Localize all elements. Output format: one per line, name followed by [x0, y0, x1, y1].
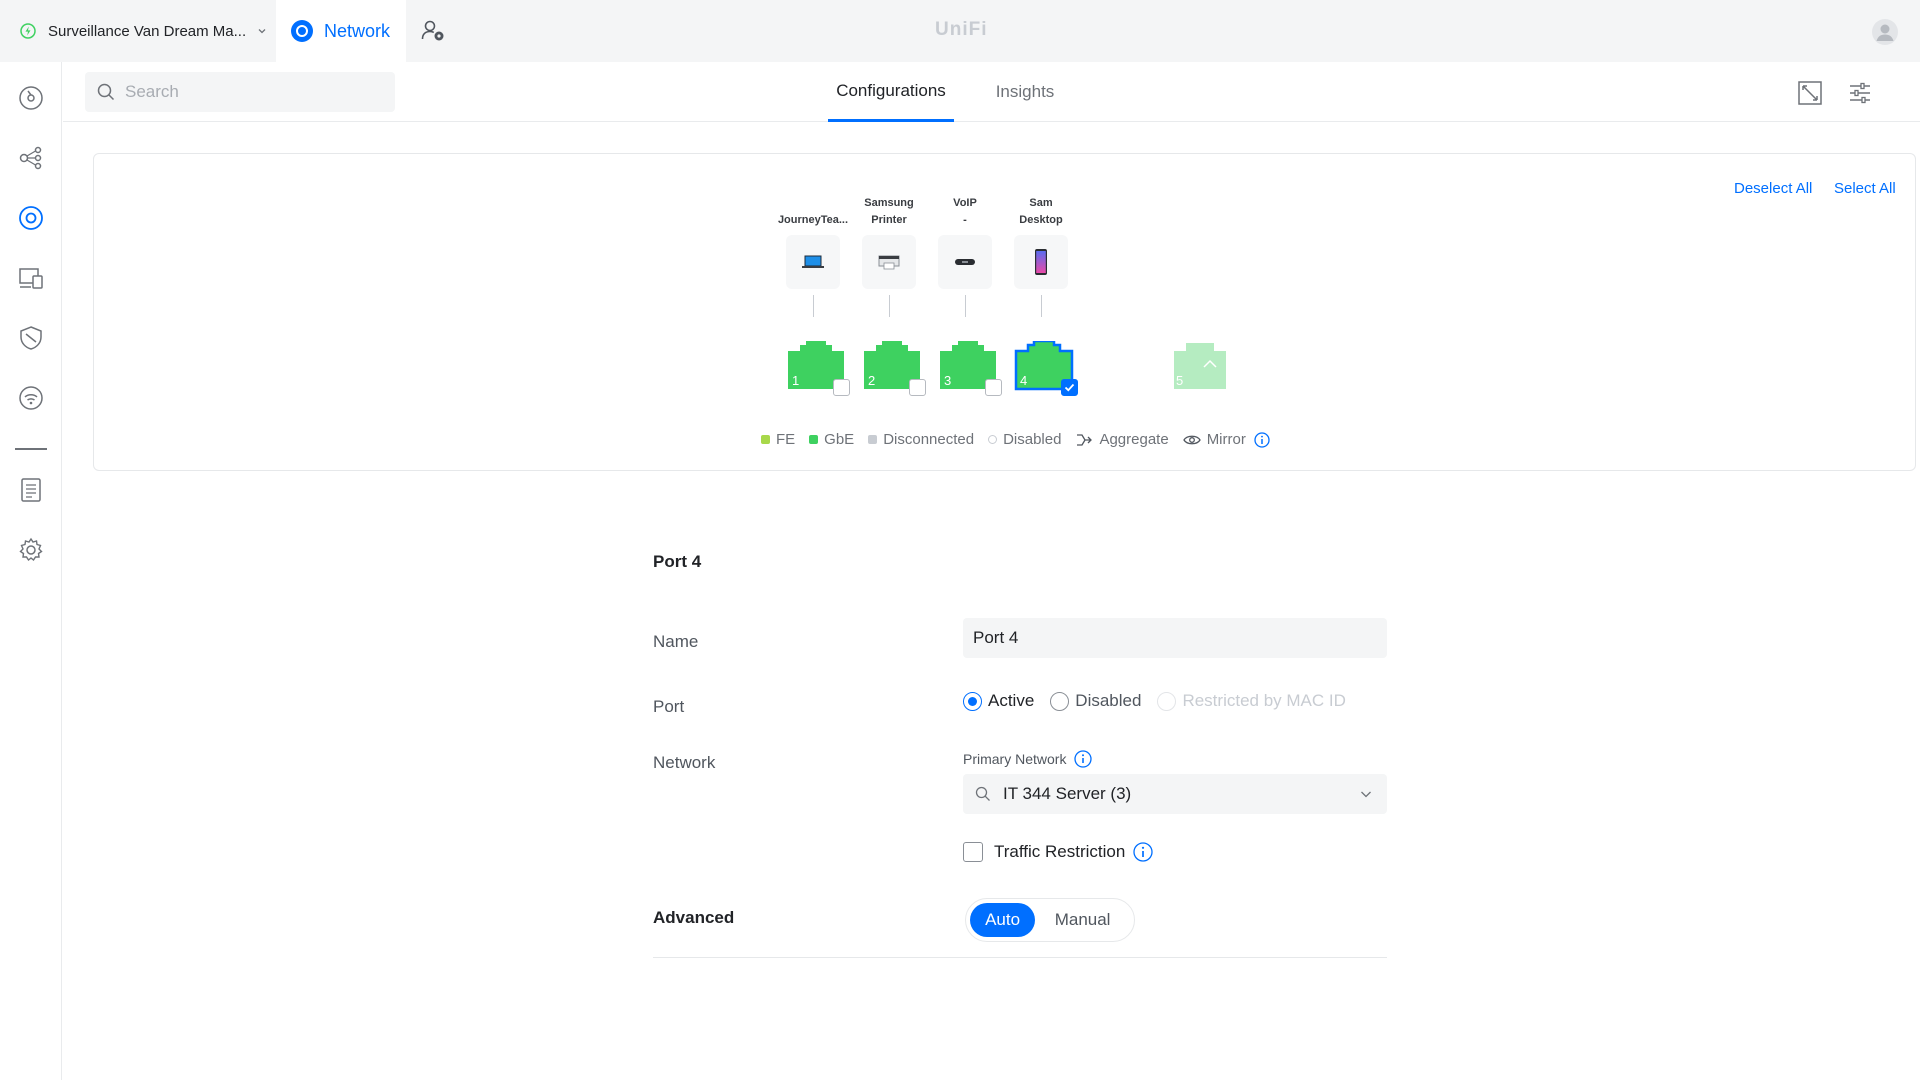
- topology-icon[interactable]: [17, 144, 45, 172]
- search-icon: [975, 786, 990, 801]
- dashboard-icon[interactable]: [17, 84, 45, 112]
- traffic-restriction-label: Traffic Restriction: [994, 842, 1126, 861]
- deselect-all-link[interactable]: Deselect All: [1734, 180, 1812, 197]
- port-state-radio-group: Active Disabled Restricted by MAC ID: [963, 691, 1362, 711]
- primary-network-select[interactable]: IT 344 Server (3): [963, 774, 1387, 814]
- port-label: Port: [653, 697, 685, 716]
- port-number: 4: [1020, 373, 1028, 388]
- port-checkbox[interactable]: [909, 379, 926, 396]
- radio-disabled[interactable]: Disabled: [1050, 691, 1141, 711]
- port-5[interactable]: 5: [1170, 341, 1230, 391]
- top-bar: Surveillance Van Dream Ma... Network Uni…: [0, 0, 1920, 62]
- site-name: Surveillance Van Dream Ma...: [48, 22, 247, 40]
- port-checkbox[interactable]: [833, 379, 850, 396]
- logs-list-icon[interactable]: [17, 476, 45, 504]
- link-wire: [888, 295, 890, 317]
- network-app-icon: [291, 20, 313, 42]
- search-box[interactable]: [85, 72, 395, 112]
- port-3[interactable]: 3: [938, 341, 1002, 396]
- port-checkbox[interactable]: [985, 379, 1002, 396]
- name-label: Name: [653, 632, 699, 651]
- info-icon[interactable]: [1133, 842, 1153, 862]
- aggregate-icon: [1077, 433, 1093, 446]
- legend-disconnected: Disconnected: [868, 431, 974, 448]
- admin-settings-icon[interactable]: [420, 18, 446, 44]
- legend-fe: FE: [761, 431, 795, 448]
- advanced-manual-option[interactable]: Manual: [1035, 903, 1130, 937]
- traffic-restriction-row: Traffic Restriction: [963, 842, 1153, 862]
- brand-logo: UniFi: [935, 19, 988, 40]
- chevron-down-icon: [1361, 791, 1371, 798]
- sidebar: [0, 62, 62, 1080]
- filter-sliders-icon[interactable]: [1847, 80, 1873, 106]
- fullscreen-icon[interactable]: [1797, 80, 1823, 106]
- checkmark-icon: [1064, 383, 1075, 392]
- info-icon[interactable]: [1074, 750, 1093, 768]
- info-icon[interactable]: [1254, 431, 1270, 448]
- eye-icon: [1182, 435, 1201, 444]
- chevron-down-icon: [258, 29, 266, 34]
- sub-header: Configurations Insights: [63, 62, 1920, 122]
- laptop-icon: [802, 255, 824, 268]
- search-icon: [97, 83, 115, 101]
- tab-configurations[interactable]: Configurations: [828, 62, 954, 122]
- site-status-icon: [20, 23, 36, 39]
- radio-button[interactable]: [1050, 691, 1070, 711]
- primary-network-label: Primary Network: [963, 750, 1093, 768]
- device-name-line1: Sam: [1029, 197, 1053, 209]
- voip-phone-icon: [955, 259, 975, 265]
- port-number: 5: [1176, 373, 1184, 388]
- port-2[interactable]: 2: [862, 341, 926, 396]
- port-name-input[interactable]: [963, 618, 1387, 658]
- port-1[interactable]: 1: [786, 341, 850, 396]
- section-divider: [653, 957, 1387, 958]
- network-label: Network: [653, 753, 716, 772]
- port-number: 3: [944, 373, 952, 388]
- port-manager-panel: Deselect All Select All JourneyTea... Sa…: [93, 153, 1916, 471]
- link-wire: [812, 295, 814, 317]
- advanced-auto-option[interactable]: Auto: [970, 903, 1036, 937]
- primary-network-value: IT 344 Server (3): [1003, 784, 1132, 803]
- tab-insights[interactable]: Insights: [975, 62, 1075, 122]
- traffic-restriction-checkbox[interactable]: [963, 842, 983, 862]
- port-4[interactable]: 4: [1014, 339, 1078, 396]
- port-checkbox-checked[interactable]: [1061, 379, 1078, 396]
- radio-restricted-by-mac: Restricted by MAC ID: [1157, 691, 1346, 711]
- security-shield-icon[interactable]: [17, 324, 45, 352]
- avatar[interactable]: [1872, 19, 1898, 45]
- printer-icon: [878, 255, 900, 270]
- legend-gbe: GbE: [809, 431, 854, 448]
- advanced-label: Advanced: [653, 908, 735, 927]
- advanced-mode-toggle: Auto Manual: [965, 898, 1135, 942]
- legend-mirror: Mirror: [1182, 431, 1270, 448]
- sidebar-divider: [15, 448, 47, 450]
- app-tab-label: Network: [324, 20, 391, 41]
- port-number: 1: [792, 373, 800, 388]
- port-legend: FE GbE Disconnected Disabled Aggregate M…: [761, 431, 1284, 448]
- port-number: 2: [868, 373, 876, 388]
- wifi-radar-icon[interactable]: [17, 384, 45, 412]
- network-devices-icon[interactable]: [17, 204, 45, 232]
- app-tab-network[interactable]: Network: [276, 0, 406, 62]
- radio-active[interactable]: Active: [963, 691, 1034, 711]
- phone-icon: [1035, 249, 1047, 275]
- connected-device-4[interactable]: Sam Desktop: [996, 189, 1086, 317]
- port-form-title: Port 4: [653, 552, 702, 571]
- link-wire: [964, 295, 966, 317]
- site-selector[interactable]: Surveillance Van Dream Ma...: [0, 0, 276, 62]
- select-all-link[interactable]: Select All: [1834, 180, 1896, 197]
- radio-button-selected[interactable]: [963, 691, 982, 711]
- search-input[interactable]: [125, 82, 375, 102]
- legend-aggregate: Aggregate: [1075, 431, 1169, 448]
- settings-gear-icon[interactable]: [17, 536, 45, 564]
- client-devices-icon[interactable]: [17, 264, 45, 292]
- device-name-line2: Desktop: [1019, 214, 1063, 226]
- link-wire: [1040, 295, 1042, 317]
- legend-disabled: Disabled: [988, 431, 1061, 448]
- radio-button-disabled: [1157, 691, 1177, 711]
